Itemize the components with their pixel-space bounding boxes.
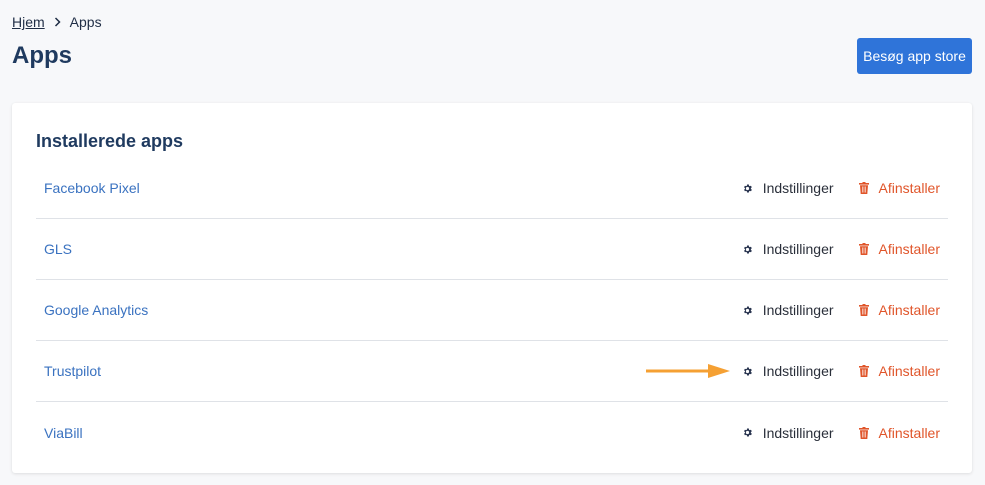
- app-name-link[interactable]: ViaBill: [44, 425, 83, 441]
- uninstall-button[interactable]: Afinstaller: [858, 363, 940, 379]
- settings-button[interactable]: Indstillinger: [742, 302, 834, 318]
- app-row: Trustpilot Indstillinger Afinstaller: [36, 341, 948, 402]
- uninstall-label: Afinstaller: [878, 241, 940, 257]
- uninstall-button[interactable]: Afinstaller: [858, 302, 940, 318]
- settings-label: Indstillinger: [762, 424, 834, 441]
- app-row: ViaBill Indstillinger Afinstaller: [36, 402, 948, 463]
- trash-icon: [858, 182, 869, 194]
- settings-label: Indstillinger: [762, 180, 834, 196]
- breadcrumb-home-link[interactable]: Hjem: [12, 14, 45, 30]
- app-list: Facebook Pixel Indstillinger Afinstaller: [36, 158, 948, 463]
- gear-icon: [742, 305, 753, 316]
- app-name-link[interactable]: Trustpilot: [44, 363, 101, 379]
- uninstall-button[interactable]: Afinstaller: [858, 424, 940, 441]
- page-title: Apps: [12, 42, 72, 69]
- gear-icon: [742, 427, 753, 438]
- uninstall-button[interactable]: Afinstaller: [858, 241, 940, 257]
- app-name-link[interactable]: GLS: [44, 241, 72, 257]
- uninstall-label: Afinstaller: [878, 424, 940, 441]
- app-row: Facebook Pixel Indstillinger Afinstaller: [36, 158, 948, 219]
- gear-icon: [742, 183, 753, 194]
- trash-icon: [858, 304, 869, 316]
- app-actions: Indstillinger Afinstaller: [742, 280, 940, 340]
- app-row: GLS Indstillinger Afinstaller: [36, 219, 948, 280]
- trash-icon: [858, 426, 869, 439]
- settings-button[interactable]: Indstillinger: [742, 241, 834, 257]
- app-actions: Indstillinger Afinstaller: [742, 402, 940, 463]
- chevron-right-icon: [54, 17, 61, 27]
- app-row: Google Analytics Indstillinger Afinstall…: [36, 280, 948, 341]
- app-actions: Indstillinger Afinstaller: [742, 341, 940, 401]
- arrow-right-icon: [644, 363, 732, 384]
- trash-icon: [858, 243, 869, 255]
- app-name-link[interactable]: Google Analytics: [44, 302, 148, 318]
- settings-label: Indstillinger: [762, 241, 834, 257]
- breadcrumb-current: Apps: [69, 14, 102, 30]
- card-title: Installerede apps: [36, 131, 184, 151]
- trash-icon: [858, 365, 869, 377]
- breadcrumb: Hjem Apps: [12, 14, 102, 30]
- gear-icon: [742, 366, 753, 377]
- apps-page: Hjem Apps Apps Besøg app store Installer…: [0, 0, 985, 485]
- uninstall-label: Afinstaller: [878, 180, 940, 196]
- uninstall-button[interactable]: Afinstaller: [858, 180, 940, 196]
- settings-button[interactable]: Indstillinger: [742, 363, 834, 379]
- settings-label: Indstillinger: [762, 363, 834, 379]
- uninstall-label: Afinstaller: [878, 302, 940, 318]
- settings-button[interactable]: Indstillinger: [742, 180, 834, 196]
- settings-button[interactable]: Indstillinger: [742, 425, 834, 441]
- visit-app-store-button[interactable]: Besøg app store: [857, 38, 972, 74]
- app-actions: Indstillinger Afinstaller: [742, 219, 940, 279]
- uninstall-label: Afinstaller: [878, 363, 940, 379]
- installed-apps-card: Installerede apps Facebook Pixel Indstil…: [12, 103, 972, 473]
- gear-icon: [742, 244, 753, 255]
- app-actions: Indstillinger Afinstaller: [742, 158, 940, 218]
- app-name-link[interactable]: Facebook Pixel: [44, 180, 140, 196]
- settings-label: Indstillinger: [762, 302, 834, 318]
